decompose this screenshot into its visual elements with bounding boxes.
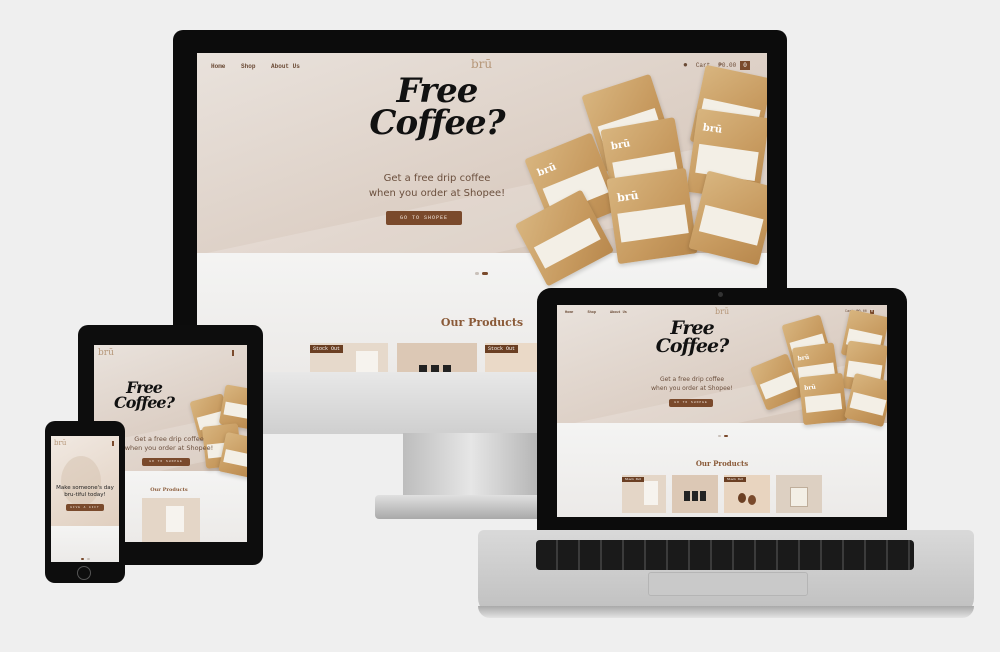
carousel-dots[interactable] [475,272,488,275]
product-tile[interactable] [672,475,718,513]
site-logo[interactable]: brū [471,57,492,71]
go-to-shopee-button[interactable]: GO TO SHOPEE [669,399,713,407]
products-heading: Our Products [695,459,749,468]
product-tile[interactable]: Stock Out [485,343,545,373]
nav-home[interactable]: Home [565,311,573,315]
product-tile[interactable]: Stock Out [622,475,666,513]
menu-icon[interactable] [112,441,114,446]
nav-shop[interactable]: Shop [241,63,255,70]
carousel-dots[interactable] [81,558,90,560]
give-a-gift-button[interactable]: GIVE A GIFT [66,504,104,511]
site-logo[interactable]: brū [715,307,729,316]
main-nav: Home Shop About Us [211,63,312,70]
nav-home[interactable]: Home [211,63,225,70]
go-to-shopee-button[interactable]: GO TO SHOPEE [386,211,462,225]
laptop-keyboard [536,540,914,570]
product-tile[interactable] [142,498,200,542]
site-logo[interactable]: brū [98,348,114,358]
hero-subtext: Get a free drip coffee when you order at… [124,435,214,453]
phone-home-button [77,566,91,580]
nav-shop[interactable]: Shop [588,311,596,315]
user-icon[interactable]: ● [683,61,688,70]
laptop-site: Home Shop About Us brū Cart ₱0.00 0 Free… [557,305,887,517]
menu-icon[interactable] [232,350,234,356]
product-tile[interactable]: Stock Out [724,475,770,513]
desktop-stand [403,433,539,495]
cart-count-badge: 0 [740,61,750,70]
hero-headline: Free Coffee? [369,71,505,144]
laptop-trackpad [648,572,808,596]
nav-about[interactable]: About Us [271,63,300,70]
site-logo[interactable]: brū [54,439,66,447]
hero-headline: Free Coffee? [114,378,175,413]
carousel-dots[interactable] [718,435,728,437]
products-heading: Our Products [150,487,188,493]
main-nav: Home Shop About Us [565,311,639,315]
product-tile[interactable] [397,343,477,373]
phone-tagline: Make someone's day bru-tiful today! [56,485,114,499]
hero-subtext: Get a free drip coffee when you order at… [651,376,733,392]
product-tile[interactable]: Stock Out [310,343,388,373]
hero-subtext: Get a free drip coffee when you order at… [368,173,506,199]
camera-icon [718,292,723,297]
product-tile[interactable] [776,475,822,513]
go-to-shopee-button[interactable]: GO TO SHOPEE [142,458,190,466]
phone-site: brū Make someone's day bru-tiful today! … [51,436,119,562]
products-heading: Our Products [440,316,524,329]
laptop-front-edge [478,606,974,618]
hero-headline: Free Coffee? [655,317,729,358]
nav-about[interactable]: About Us [610,311,627,315]
